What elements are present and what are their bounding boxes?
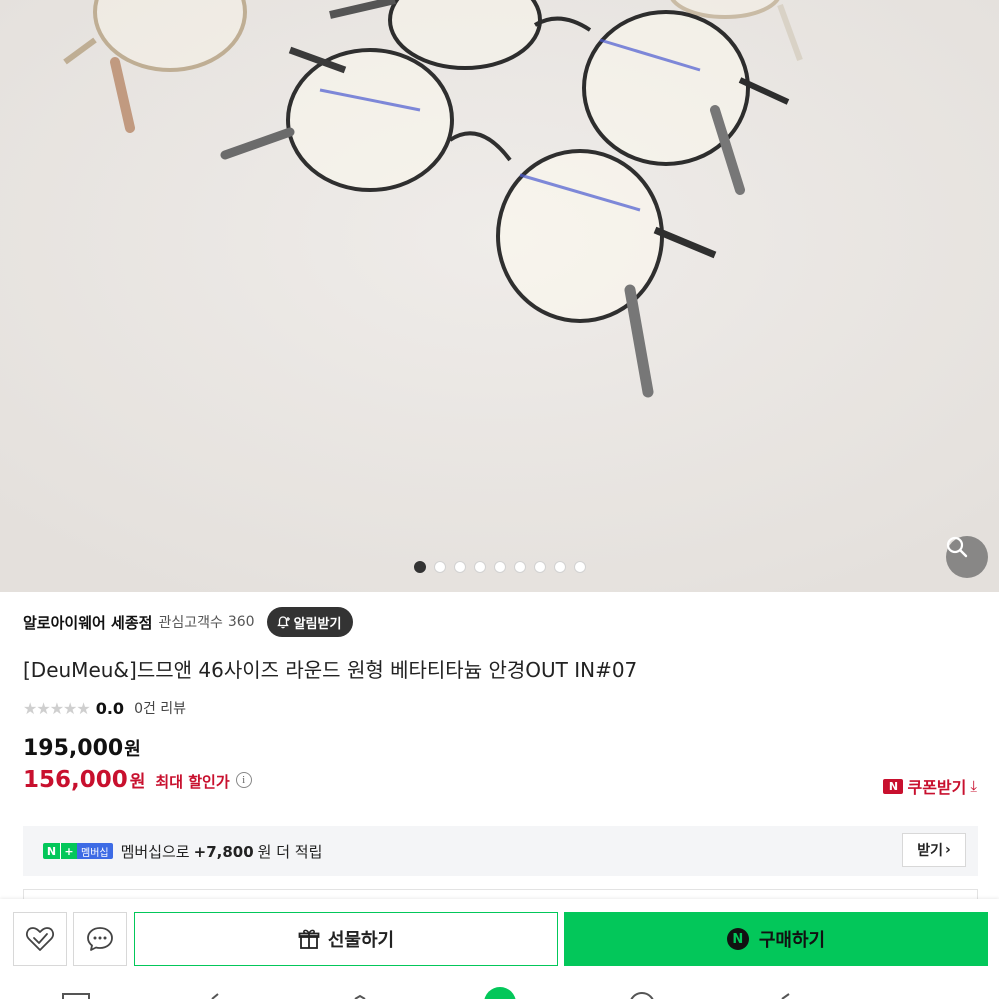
membership-banner: N + 멤버십 멤버십으로 +7,800 원 더 적립 받기 › bbox=[23, 826, 978, 876]
chevron-right-icon: › bbox=[944, 842, 951, 858]
star-icon: ★ bbox=[49, 698, 64, 718]
zoom-button[interactable] bbox=[946, 536, 988, 578]
original-price-unit: 원 bbox=[124, 739, 141, 760]
download-icon: ⤓ bbox=[970, 777, 977, 795]
wishlist-button[interactable] bbox=[13, 912, 67, 966]
carousel-dot[interactable] bbox=[533, 561, 546, 573]
sale-price: 156,000 원 최대 할인가 i bbox=[23, 767, 252, 793]
sale-price-unit: 원 bbox=[129, 772, 146, 792]
star-icon: ★ bbox=[23, 698, 37, 718]
buy-button[interactable]: N 구매하기 bbox=[564, 912, 988, 966]
carousel-indicator[interactable] bbox=[0, 561, 999, 573]
naver-green-icon bbox=[484, 987, 516, 999]
carousel-dot[interactable] bbox=[553, 561, 566, 573]
membership-prefix: 멤버십으로 bbox=[120, 842, 190, 861]
nav-icons bbox=[62, 987, 790, 999]
np-plus: + bbox=[60, 843, 77, 859]
product-title: [DeuMeu&]드므앤 46사이즈 라운드 원형 베타티타늄 안경OUT IN… bbox=[23, 658, 638, 682]
naver-pay-icon: N bbox=[726, 928, 749, 950]
tabs-icon bbox=[62, 993, 90, 999]
carousel-dot[interactable] bbox=[513, 561, 526, 573]
gift-label: 선물하기 bbox=[327, 930, 395, 951]
info-icon[interactable]: i bbox=[235, 772, 252, 788]
coupon-button[interactable]: N 쿠폰받기 ⤓ bbox=[883, 774, 977, 798]
bell-plus-icon bbox=[276, 616, 290, 629]
carousel-dot[interactable] bbox=[453, 561, 466, 573]
glasses-photo bbox=[0, 0, 999, 592]
review-count[interactable]: 0건 리뷰 bbox=[134, 698, 186, 718]
store-row: 알로아이웨어 세종점 관심고객수 360 알림받기 bbox=[23, 606, 354, 638]
back-icon bbox=[211, 993, 219, 999]
receive-label: 받기 bbox=[917, 843, 943, 859]
alarm-label: 알림받기 bbox=[293, 616, 342, 632]
forward-icon bbox=[781, 993, 790, 999]
gift-icon bbox=[298, 929, 320, 949]
carousel-dot[interactable] bbox=[413, 561, 426, 573]
membership-points: +7,800 bbox=[193, 842, 254, 861]
max-discount-label: 최대 할인가 bbox=[155, 773, 230, 791]
naver-n-badge: N bbox=[883, 778, 904, 794]
receive-button[interactable]: 받기 › bbox=[902, 833, 966, 867]
fans-count: 360 bbox=[227, 614, 255, 630]
coupon-label: 쿠폰받기 bbox=[907, 778, 967, 797]
original-price-value: 195,000 bbox=[23, 736, 124, 761]
system-nav-bar bbox=[0, 981, 999, 999]
np-n: N bbox=[43, 843, 60, 859]
original-price: 195,000 원 bbox=[23, 735, 141, 761]
fans-label: 관심고객수 bbox=[158, 615, 223, 631]
product-image[interactable] bbox=[0, 0, 999, 592]
star-icon: ★ bbox=[36, 698, 50, 718]
alarm-button[interactable]: 알림받기 bbox=[266, 607, 354, 637]
search-icon bbox=[946, 536, 968, 558]
heart-check-icon bbox=[26, 927, 54, 951]
store-name[interactable]: 알로아이웨어 세종점 bbox=[23, 612, 152, 633]
carousel-dot[interactable] bbox=[493, 561, 506, 573]
rating-stars: ★ ★ ★ ★ ★ bbox=[23, 698, 91, 718]
np-text: 멤버십 bbox=[77, 843, 113, 859]
membership-text: 멤버십으로 +7,800 원 더 적립 bbox=[121, 841, 323, 862]
purchase-action-bar: 선물하기 N 구매하기 bbox=[0, 899, 999, 981]
membership-suffix: 원 더 적립 bbox=[257, 842, 323, 861]
rating-score: 0.0 bbox=[95, 698, 125, 718]
rating-row[interactable]: ★ ★ ★ ★ ★ 0.0 0건 리뷰 bbox=[23, 696, 186, 720]
talk-button[interactable] bbox=[73, 912, 127, 966]
chat-bubble-icon bbox=[87, 927, 113, 951]
buy-label: 구매하기 bbox=[758, 930, 826, 951]
carousel-dot[interactable] bbox=[573, 561, 586, 573]
star-icon: ★ bbox=[76, 698, 90, 718]
star-icon: ★ bbox=[63, 698, 77, 718]
naver-plus-badge: N + 멤버십 bbox=[43, 843, 113, 859]
carousel-dot[interactable] bbox=[433, 561, 446, 573]
history-icon bbox=[630, 992, 654, 999]
sale-price-value: 156,000 bbox=[23, 767, 128, 793]
carousel-dot[interactable] bbox=[473, 561, 486, 573]
gift-button[interactable]: 선물하기 bbox=[134, 912, 558, 966]
